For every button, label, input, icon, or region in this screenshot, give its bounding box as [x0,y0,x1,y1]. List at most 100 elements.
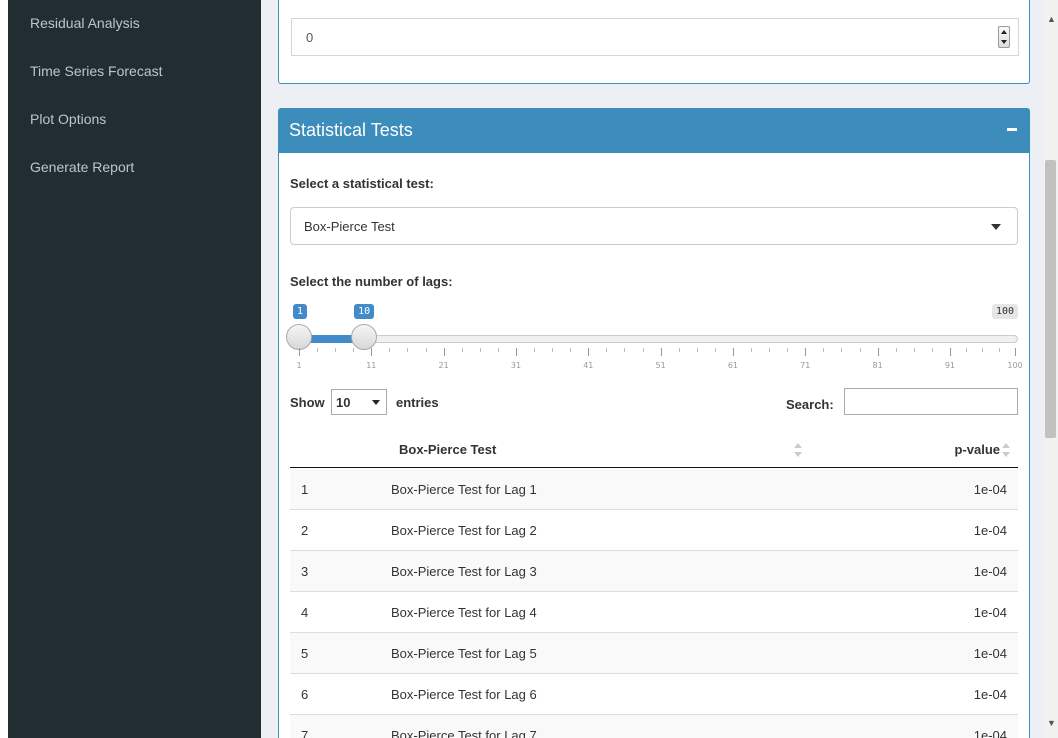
numeric-input[interactable]: 0 [291,18,1019,56]
row-pvalue: 1e-04 [973,728,1007,738]
row-pvalue: 1e-04 [973,605,1007,620]
sidebar: Residual Analysis Time Series Forecast P… [8,0,261,738]
slider-tick [515,348,517,356]
sidebar-item-generate-report[interactable]: Generate Report [30,159,134,175]
slider-to-tag: 10 [354,304,375,319]
slider-tick-label: 11 [366,361,377,370]
table-row[interactable]: 7 Box-Pierce Test for Lag 7 1e-04 [290,715,1018,738]
slider-minor-tick [425,348,427,352]
row-pvalue: 1e-04 [973,523,1007,538]
row-test-name: Box-Pierce Test for Lag 3 [391,564,537,579]
row-pvalue: 1e-04 [973,564,1007,579]
row-test-name: Box-Pierce Test for Lag 4 [391,605,537,620]
slider-handle-to[interactable] [351,324,378,350]
row-test-name: Box-Pierce Test for Lag 6 [391,687,537,702]
slider-minor-tick [787,348,789,352]
slider-tick-label: 41 [583,361,594,370]
slider-minor-tick [317,348,319,352]
slider-tick-label: 21 [438,361,449,370]
slider-minor-tick [751,348,753,352]
slider-tick [371,348,373,356]
row-index: 4 [301,605,309,620]
row-index: 5 [301,646,309,661]
slider-minor-tick [895,348,897,352]
slider-minor-tick [407,348,409,352]
search-input[interactable] [844,388,1018,415]
slider-tick [805,348,807,356]
sort-both-icon[interactable] [1002,443,1010,457]
slider-track[interactable] [298,335,1018,343]
entries-length-select[interactable]: 10 [331,389,387,415]
chevron-up-icon[interactable]: ▲ [1047,14,1056,24]
lags-slider[interactable]: 1 10 100 1 11 21 31 41 51 61 71 81 91 100 [286,304,1023,374]
previous-box: 0 [278,0,1030,84]
row-test-name: Box-Pierce Test for Lag 5 [391,646,537,661]
test-select-value: Box-Pierce Test [304,219,395,234]
sort-both-icon[interactable] [794,443,802,457]
caret-down-icon [991,224,1001,230]
column-header-test[interactable]: Box-Pierce Test [399,442,496,457]
slider-minor-tick [479,348,481,352]
caret-down-icon [372,400,380,405]
slider-tick-label: 71 [800,361,811,370]
scrollbar[interactable]: ▲ ▼ [1043,0,1058,738]
slider-minor-tick [389,348,391,352]
row-pvalue: 1e-04 [973,687,1007,702]
sidebar-item-plot-options[interactable]: Plot Options [30,111,106,127]
slider-tick [732,348,734,356]
slider-minor-tick [534,348,536,352]
slider-handle-from[interactable] [286,324,312,350]
slider-minor-tick [769,348,771,352]
sidebar-item-time-series-forecast[interactable]: Time Series Forecast [30,63,163,79]
slider-tick-label: 31 [510,361,522,370]
entries-length-value: 10 [336,395,351,410]
row-index: 2 [301,523,309,538]
slider-minor-tick [966,348,968,352]
slider-tick-label: 91 [944,361,955,370]
table-row[interactable]: 4 Box-Pierce Test for Lag 4 1e-04 [290,592,1018,633]
column-header-pvalue[interactable]: p-value [954,442,1000,457]
main-content: 0 Statistical Tests Select a statistical… [261,0,1043,738]
slider-from-tag: 1 [293,304,308,319]
slider-minor-tick [823,348,825,352]
show-label: Show [290,395,325,410]
row-index: 6 [301,687,309,702]
chevron-down-icon[interactable]: ▼ [1047,718,1056,728]
slider-tick [1015,348,1016,356]
table-row[interactable]: 3 Box-Pierce Test for Lag 3 1e-04 [290,551,1018,592]
table-row[interactable]: 6 Box-Pierce Test for Lag 6 1e-04 [290,674,1018,715]
slider-minor-tick [841,348,843,352]
slider-minor-tick [998,348,1000,352]
slider-minor-tick [696,348,698,352]
slider-tick-label: 100 [1007,361,1023,370]
row-pvalue: 1e-04 [973,646,1007,661]
row-index: 1 [301,482,309,497]
spinner-down-icon[interactable] [1001,40,1007,44]
row-test-name: Box-Pierce Test for Lag 1 [391,482,537,497]
slider-tick [660,348,662,356]
scrollbar-thumb[interactable] [1045,160,1056,438]
box-header: Statistical Tests [279,109,1029,153]
slider-tick [443,348,445,356]
row-index: 7 [301,728,309,738]
table-row[interactable]: 5 Box-Pierce Test for Lag 5 1e-04 [290,633,1018,674]
table-header: Box-Pierce Test p-value [290,431,1018,468]
spinner-icon[interactable] [998,26,1010,48]
test-select[interactable]: Box-Pierce Test [290,207,1018,245]
slider-minor-tick [461,348,463,352]
minus-icon[interactable] [1007,128,1017,131]
slider-minor-tick [642,348,644,352]
search-label: Search: [786,397,834,412]
slider-minor-tick [570,348,572,352]
row-index: 3 [301,564,309,579]
slider-max-tag: 100 [991,304,1018,319]
sidebar-item-residual-analysis[interactable]: Residual Analysis [30,15,140,31]
test-select-label: Select a statistical test: [290,176,434,191]
table-row[interactable]: 2 Box-Pierce Test for Lag 2 1e-04 [290,510,1018,551]
spinner-up-icon[interactable] [1001,30,1007,34]
slider-minor-tick [982,348,984,352]
lags-label: Select the number of lags: [290,274,453,289]
table-row[interactable]: 1 Box-Pierce Test for Lag 1 1e-04 [290,469,1018,510]
slider-minor-tick [931,348,933,352]
slider-tick-label: 51 [655,361,666,370]
